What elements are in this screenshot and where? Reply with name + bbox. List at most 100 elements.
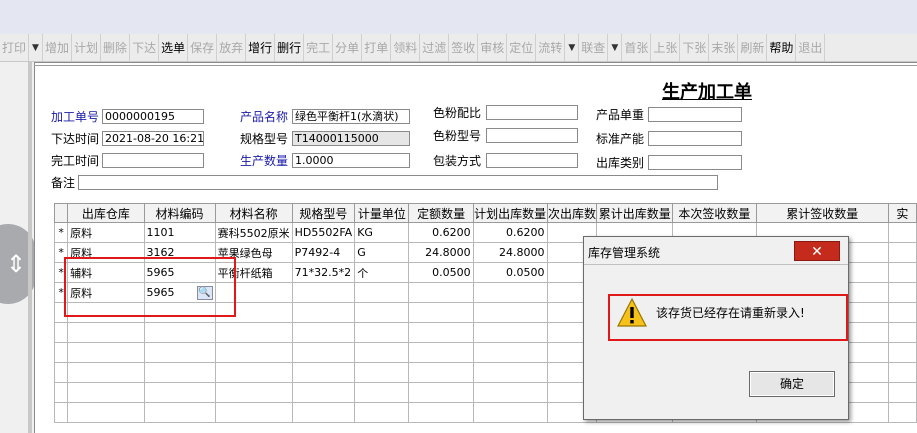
toolbar-button[interactable]: 增加 [43, 34, 73, 61]
table-cell[interactable] [291, 402, 356, 423]
toolbar-button[interactable]: 分单 [333, 34, 363, 61]
table-cell[interactable] [54, 342, 69, 363]
toolbar-button[interactable]: 删行 [275, 34, 305, 61]
column-header[interactable]: 定额数量 [408, 203, 474, 223]
toolbar-button[interactable]: 首张 [622, 34, 652, 61]
toolbar-button[interactable]: 打印 [0, 34, 30, 61]
table-cell[interactable] [291, 282, 356, 303]
table-cell[interactable] [887, 242, 917, 263]
table-cell[interactable]: 0.0500 [472, 262, 548, 283]
toolbar-button[interactable]: 末张 [709, 34, 739, 61]
dropdown-arrow-icon[interactable]: ▼ [608, 34, 623, 61]
table-cell[interactable] [214, 362, 293, 383]
table-cell[interactable]: 原料 [67, 222, 145, 243]
table-cell[interactable] [887, 322, 917, 343]
toolbar-button[interactable]: 增行 [246, 34, 276, 61]
column-header[interactable]: 实 [887, 203, 917, 223]
table-cell[interactable]: 0.6200 [408, 222, 474, 243]
table-cell[interactable] [54, 402, 69, 423]
column-header[interactable]: 规格型号 [291, 203, 356, 223]
column-header[interactable]: 次出库数 [546, 203, 598, 223]
toolbar-button[interactable]: 领料 [391, 34, 421, 61]
toolbar-button[interactable]: 下达 [130, 34, 160, 61]
toolbar-button[interactable]: 放弃 [217, 34, 247, 61]
toolbar-button[interactable]: 上张 [651, 34, 681, 61]
table-cell[interactable] [472, 322, 548, 343]
table-cell[interactable] [67, 342, 145, 363]
product-name-field[interactable]: 绿色平衡杆1(水滴状) [292, 109, 410, 124]
table-cell[interactable] [214, 402, 293, 423]
table-cell[interactable] [67, 362, 145, 383]
toolbar-button[interactable]: 计划 [72, 34, 102, 61]
table-cell[interactable]: 24.8000 [408, 242, 474, 263]
toolbar-button[interactable]: 联查 [579, 34, 609, 61]
pack-field[interactable] [486, 153, 578, 168]
table-cell[interactable] [67, 382, 145, 403]
close-icon[interactable]: ✕ [794, 241, 840, 261]
table-cell[interactable] [354, 382, 410, 403]
table-cell[interactable] [887, 362, 917, 383]
dropdown-arrow-icon[interactable]: ▼ [29, 34, 44, 61]
toolbar-button[interactable]: 审核 [478, 34, 508, 61]
table-cell[interactable] [143, 402, 216, 423]
issue-time-field[interactable]: 2021-08-20 16:21 [102, 131, 204, 146]
table-cell[interactable] [354, 282, 410, 303]
column-header[interactable]: 累计签收数量 [755, 203, 889, 223]
toolbar-button[interactable]: 选单 [159, 34, 189, 61]
table-cell[interactable] [887, 382, 917, 403]
table-cell[interactable] [408, 382, 474, 403]
table-cell[interactable] [408, 282, 474, 303]
table-cell[interactable] [54, 362, 69, 383]
toolbar-button[interactable]: 签收 [449, 34, 479, 61]
column-header[interactable]: 累计出库数量 [596, 203, 674, 223]
table-cell[interactable] [214, 322, 293, 343]
column-header[interactable]: 计量单位 [354, 203, 410, 223]
table-cell[interactable] [354, 322, 410, 343]
unit-weight-field[interactable] [648, 107, 742, 122]
table-cell[interactable] [887, 262, 917, 283]
toolbar-button[interactable]: 保存 [188, 34, 218, 61]
toolbar-button[interactable]: 退出 [796, 34, 826, 61]
table-cell[interactable] [887, 402, 917, 423]
toolbar-button[interactable]: 定位 [507, 34, 537, 61]
table-cell[interactable]: 24.8000 [472, 242, 548, 263]
table-cell[interactable]: 0.6200 [472, 222, 548, 243]
order-no-field[interactable]: 0000000195 [102, 109, 204, 124]
color-model-field[interactable] [486, 128, 578, 143]
table-cell[interactable] [143, 362, 216, 383]
table-cell[interactable] [143, 382, 216, 403]
table-cell[interactable] [143, 342, 216, 363]
table-cell[interactable] [887, 302, 917, 323]
table-cell[interactable] [354, 402, 410, 423]
table-cell[interactable]: 0.0500 [408, 262, 474, 283]
column-header[interactable]: 材料名称 [214, 203, 293, 223]
table-cell[interactable] [887, 222, 917, 243]
table-cell[interactable] [408, 362, 474, 383]
table-cell[interactable] [472, 382, 548, 403]
dropdown-arrow-icon[interactable]: ▼ [565, 34, 580, 61]
table-cell[interactable] [214, 382, 293, 403]
color-ratio-field[interactable] [486, 105, 578, 120]
table-cell[interactable] [354, 342, 410, 363]
column-header[interactable]: 计划出库数量 [472, 203, 548, 223]
toolbar-button[interactable]: 帮助 [767, 34, 797, 61]
column-header[interactable]: 本次签收数量 [672, 203, 757, 223]
remark-field[interactable] [78, 175, 718, 190]
table-cell[interactable] [291, 362, 356, 383]
table-cell[interactable]: G [354, 242, 410, 263]
table-cell[interactable] [54, 322, 69, 343]
table-cell[interactable]: * [54, 222, 69, 243]
table-cell[interactable] [354, 302, 410, 323]
table-cell[interactable]: 赛科5502原米 [214, 222, 293, 243]
toolbar-button[interactable]: 下张 [680, 34, 710, 61]
table-cell[interactable] [472, 362, 548, 383]
column-header[interactable]: 材料编码 [143, 203, 216, 223]
table-cell[interactable] [214, 342, 293, 363]
table-cell[interactable] [408, 342, 474, 363]
table-cell[interactable] [291, 382, 356, 403]
table-cell[interactable]: KG [354, 222, 410, 243]
toolbar-button[interactable]: 删除 [101, 34, 131, 61]
finish-time-field[interactable] [102, 153, 204, 168]
toolbar-button[interactable]: 刷新 [738, 34, 768, 61]
table-cell[interactable] [67, 322, 145, 343]
